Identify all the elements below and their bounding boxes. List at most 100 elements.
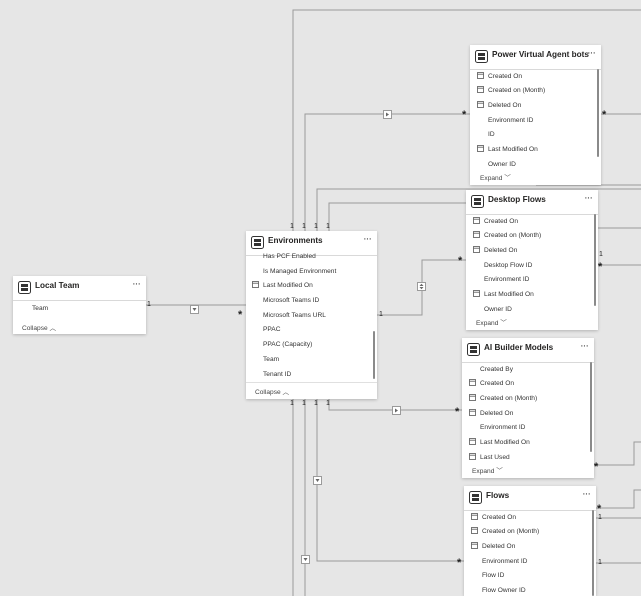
cardinality-one: 1 (290, 400, 294, 407)
table-header[interactable]: AI Builder Models ··· (462, 338, 594, 363)
calendar-icon (469, 438, 476, 445)
table-icon (469, 491, 482, 504)
field-label: Last Used (480, 454, 510, 461)
more-options-icon[interactable]: ··· (580, 340, 589, 352)
field-label: Has PCF Enabled (263, 253, 316, 260)
field-label: Environment ID (484, 276, 530, 283)
field-label: Tenant ID (263, 371, 292, 378)
chevron-down-icon: ﹀ (496, 468, 503, 475)
collapse-button[interactable]: Collapse ︿ (22, 322, 56, 332)
cardinality-one: 1 (326, 223, 330, 230)
field-label: Flow Owner ID (482, 587, 526, 594)
table-title: Desktop Flows (488, 195, 546, 204)
field-label: Environment ID (480, 424, 526, 431)
calendar-icon (252, 281, 259, 288)
calendar-icon (473, 231, 480, 238)
field-label: Created On (480, 380, 515, 387)
scrollbar[interactable] (590, 362, 592, 452)
cardinality-one: 1 (314, 223, 318, 230)
calendar-icon (477, 86, 484, 93)
cardinality-one: 1 (379, 311, 383, 318)
more-options-icon[interactable]: ··· (363, 233, 372, 245)
table-card-environments[interactable]: Environments ··· Has PCF Enabled Is Mana… (246, 231, 377, 399)
table-icon (475, 50, 488, 63)
filter-direction-arrow[interactable] (313, 476, 322, 485)
table-card-power-virtual-agent-bots[interactable]: Power Virtual Agent bots ··· Created On … (470, 45, 601, 185)
field-label: Microsoft Teams ID (263, 297, 320, 304)
collapse-button[interactable]: Collapse ︿ (255, 386, 289, 396)
filter-direction-arrow[interactable] (383, 110, 392, 119)
table-header[interactable]: Power Virtual Agent bots ··· (470, 45, 601, 70)
scrollbar[interactable] (592, 510, 594, 596)
field-label: Desktop Flow ID (484, 262, 533, 269)
filter-direction-arrow[interactable] (392, 406, 401, 415)
table-title: Local Team (35, 281, 80, 290)
table-title: Power Virtual Agent bots (492, 50, 589, 59)
table-card-desktop-flows[interactable]: Desktop Flows ··· Created On Created on … (466, 190, 598, 330)
filter-direction-arrow[interactable] (301, 555, 310, 564)
more-options-icon[interactable]: ··· (584, 192, 593, 204)
field-label: PPAC (Capacity) (263, 341, 313, 348)
filter-both-directions-arrow[interactable] (417, 282, 426, 291)
field-label: Last Modified On (263, 282, 313, 289)
calendar-icon (477, 72, 484, 79)
table-title: AI Builder Models (484, 343, 554, 352)
field-label: Team (263, 356, 280, 363)
table-card-ai-builder-models[interactable]: AI Builder Models ··· Created By Created… (462, 338, 594, 478)
field-label: Deleted On (482, 543, 516, 550)
field-label: Deleted On (488, 102, 522, 109)
field-label: Created On (482, 514, 517, 521)
expand-button[interactable]: Expand ﹀ (476, 317, 507, 327)
expand-button[interactable]: Expand ﹀ (472, 465, 503, 475)
table-icon (18, 281, 31, 294)
calendar-icon (471, 527, 478, 534)
field-label: Environment ID (482, 558, 528, 565)
scrollbar[interactable] (597, 69, 599, 157)
field-label: Deleted On (480, 410, 514, 417)
field-label: Last Modified On (480, 439, 530, 446)
expand-button[interactable]: Expand ﹀ (480, 172, 511, 182)
calendar-icon (473, 246, 480, 253)
table-header[interactable]: Desktop Flows ··· (466, 190, 598, 215)
cardinality-one: 1 (326, 400, 330, 407)
calendar-icon (471, 513, 478, 520)
field-label: Last Modified On (484, 291, 534, 298)
filter-direction-arrow[interactable] (190, 305, 199, 314)
table-icon (467, 343, 480, 356)
calendar-icon (469, 409, 476, 416)
field-label: Created on (Month) (480, 395, 538, 402)
chevron-down-icon: ﹀ (500, 320, 507, 327)
scrollbar[interactable] (373, 331, 375, 379)
field-label: Created By (480, 366, 513, 373)
table-icon (251, 236, 264, 249)
field-label: Microsoft Teams URL (263, 312, 326, 319)
field-label: Deleted On (484, 247, 518, 254)
more-options-icon[interactable]: ··· (587, 47, 596, 59)
chevron-up-icon: ︿ (282, 389, 290, 396)
calendar-icon (471, 542, 478, 549)
table-header[interactable]: Local Team ··· (13, 276, 146, 301)
scrollbar[interactable] (594, 214, 596, 306)
field-label: Flow ID (482, 572, 505, 579)
chevron-down-icon: ﹀ (504, 175, 511, 182)
calendar-icon (477, 101, 484, 108)
cardinality-many: * (455, 406, 460, 418)
table-card-local-team[interactable]: Local Team ··· Team Collapse ︿ (13, 276, 146, 334)
more-options-icon[interactable]: ··· (132, 278, 141, 290)
field-label: Is Managed Environment (263, 268, 337, 275)
field-label: ID (488, 131, 495, 138)
cardinality-one: 1 (598, 559, 602, 566)
calendar-icon (473, 290, 480, 297)
field-label: Last Modified On (488, 146, 538, 153)
table-header[interactable]: Flows ··· (464, 486, 596, 511)
cardinality-many: * (462, 109, 467, 121)
field-label: Owner ID (488, 161, 516, 168)
field-label: Created On (488, 73, 523, 80)
field-label: Created on (Month) (484, 232, 542, 239)
calendar-icon (473, 217, 480, 224)
field-label: PPAC (263, 326, 281, 333)
cardinality-one: 1 (314, 400, 318, 407)
more-options-icon[interactable]: ··· (582, 488, 591, 500)
field-label: Created on (Month) (488, 87, 546, 94)
table-card-flows[interactable]: Flows ··· Created On Created on (Month) … (464, 486, 596, 596)
